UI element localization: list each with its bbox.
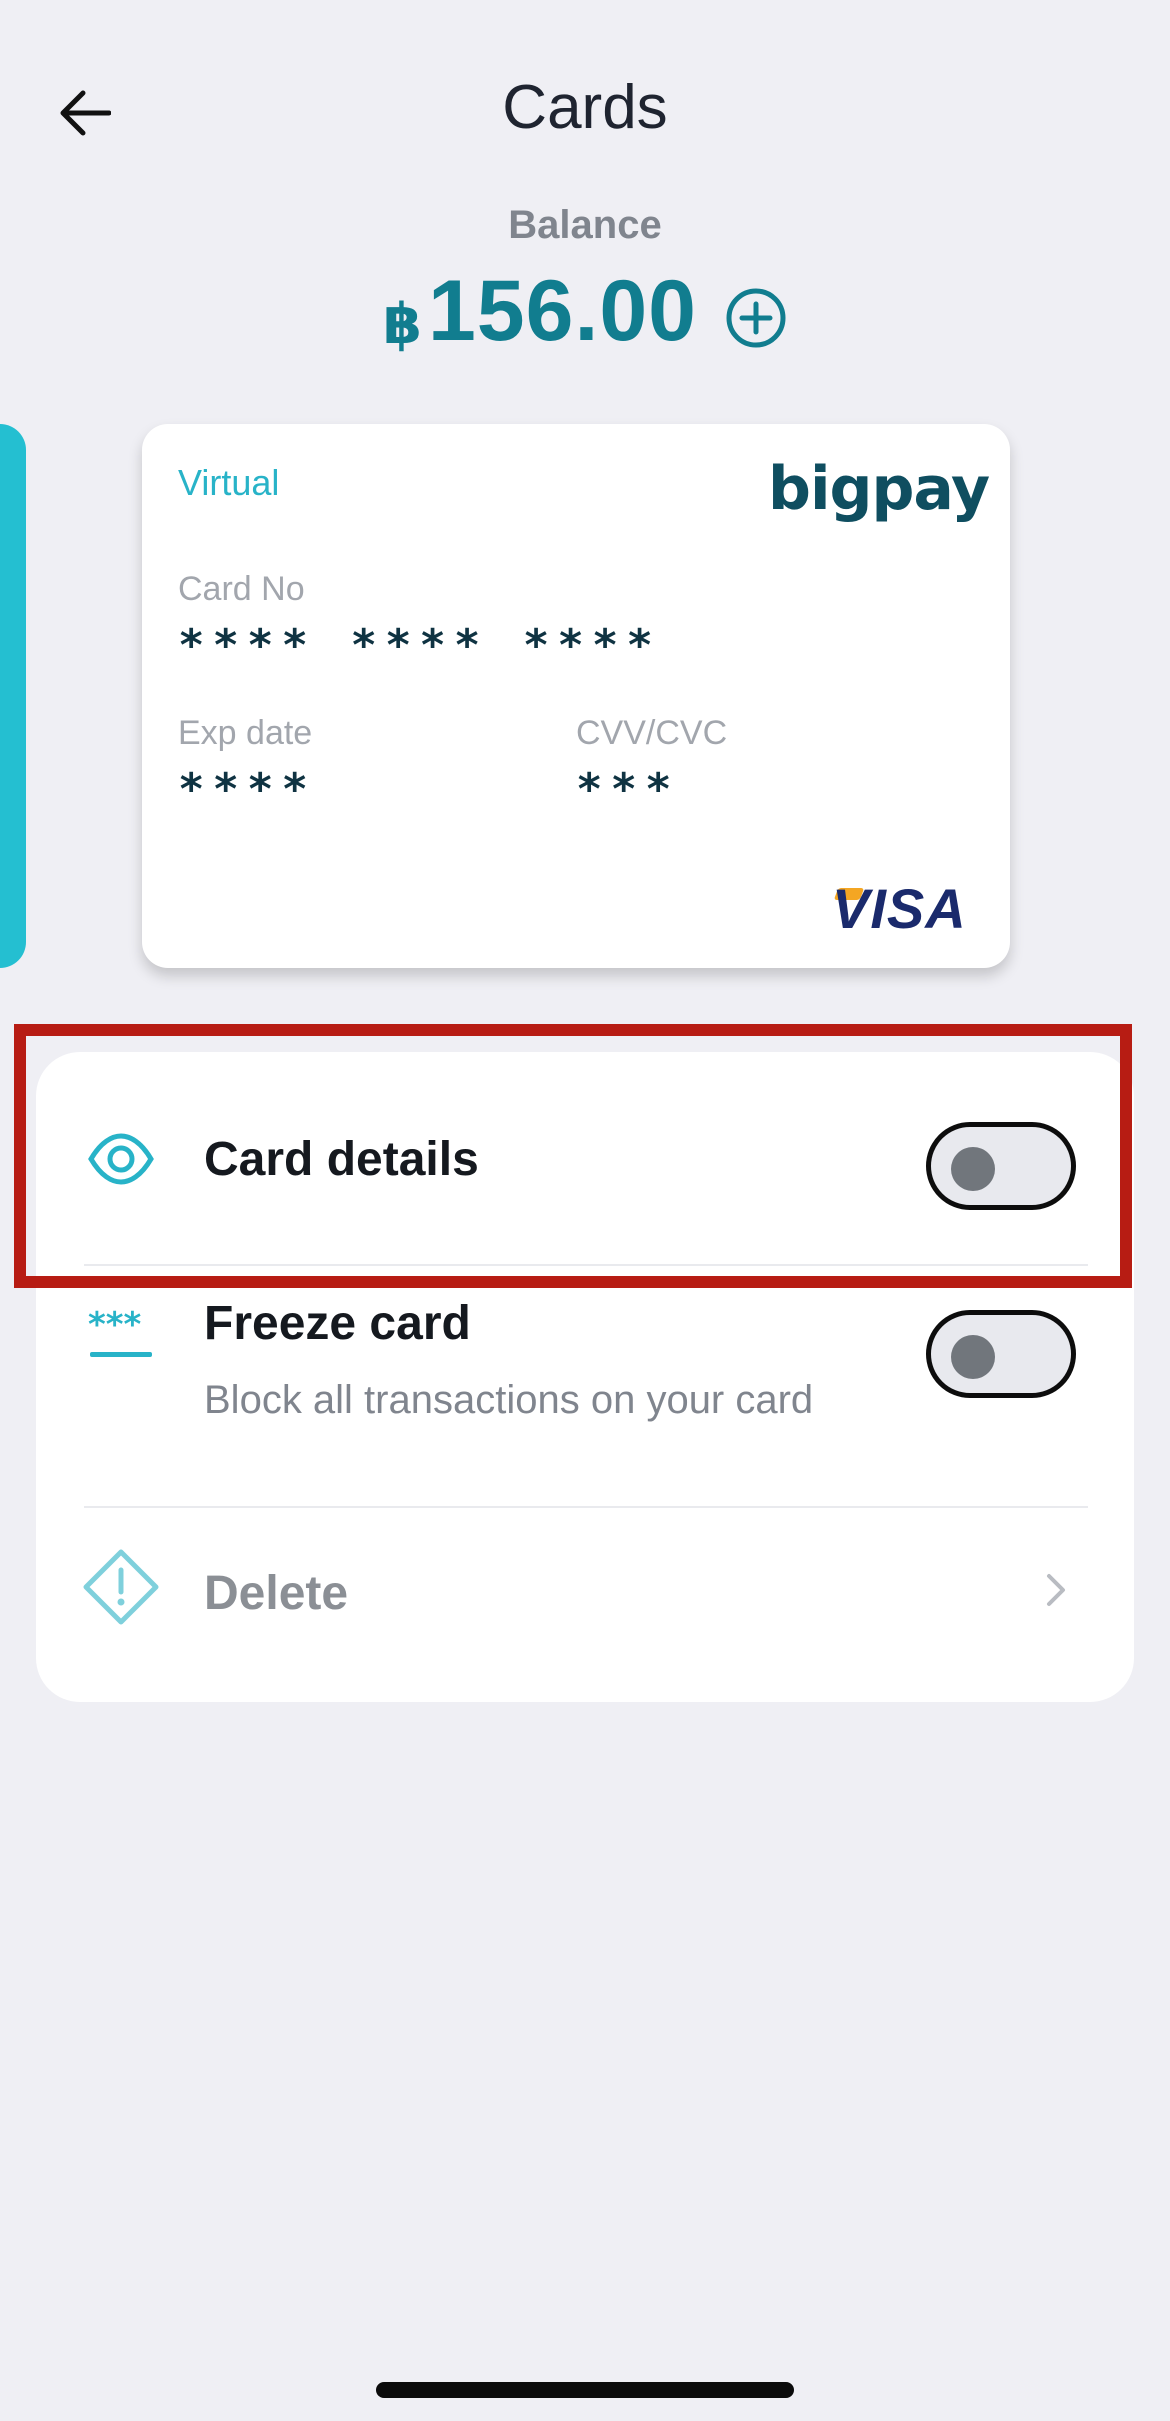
balance-currency: ฿	[382, 291, 422, 355]
card-no-label: Card No	[178, 570, 305, 608]
card-no-value: **** **** ****	[178, 620, 661, 671]
delete-label: Delete	[204, 1567, 349, 1620]
freeze-card-label: Freeze card	[204, 1297, 471, 1350]
asterisks-icon: ***	[88, 1308, 152, 1357]
visa-logo: VISA	[832, 877, 967, 940]
page-title: Cards	[502, 73, 668, 142]
freeze-card-toggle[interactable]	[926, 1310, 1076, 1398]
home-indicator	[376, 2382, 794, 2398]
toggle-knob	[951, 1335, 995, 1379]
balance-row: ฿ 156.00	[0, 262, 1170, 361]
delete-card-row[interactable]: Delete	[36, 1508, 1134, 1702]
exp-date-value: ****	[178, 764, 316, 815]
chevron-right-icon	[1047, 1574, 1065, 1606]
virtual-card[interactable]: Virtual bigpay Card No **** **** **** Ex…	[142, 424, 1010, 968]
plus-circle-icon[interactable]	[725, 287, 787, 349]
freeze-card-row[interactable]: *** Freeze card Block all transactions o…	[36, 1266, 1134, 1510]
cvv-label: CVV/CVC	[576, 714, 728, 752]
balance-label: Balance	[508, 203, 662, 247]
card-type: Virtual	[178, 462, 280, 503]
previous-card[interactable]	[0, 424, 26, 968]
svg-text:***: ***	[88, 1308, 142, 1345]
balance-amount: 156.00	[427, 263, 697, 359]
exp-date-label: Exp date	[178, 714, 313, 752]
cvv-value: ***	[576, 764, 680, 815]
warning-diamond-icon	[83, 1549, 159, 1625]
highlight-box	[14, 1024, 1132, 1288]
freeze-card-description: Block all transactions on your card	[204, 1378, 814, 1422]
bigpay-logo: bigpay	[768, 454, 990, 524]
